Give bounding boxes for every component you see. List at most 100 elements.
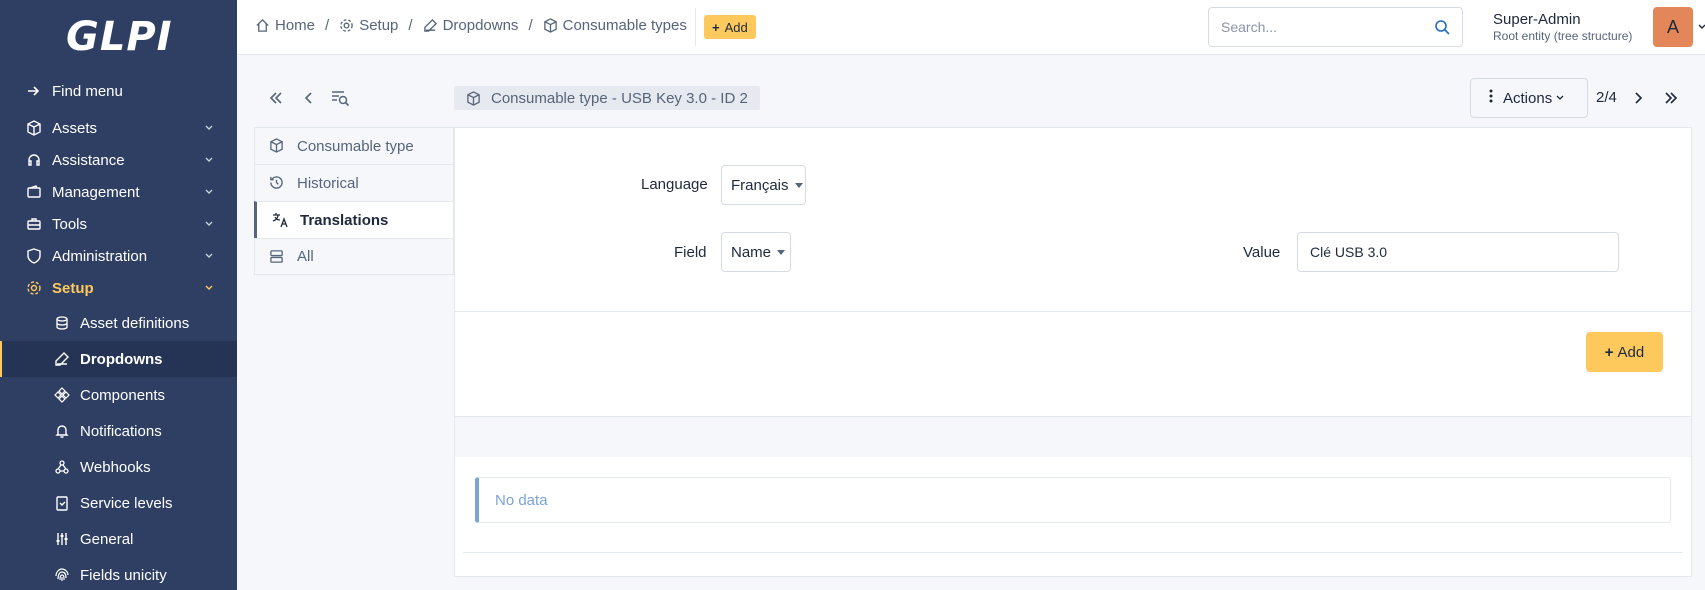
top-header: Home / Setup / Dropdowns / Consumable ty… — [237, 0, 1705, 55]
sidebar-subitem-general[interactable]: General — [0, 521, 237, 557]
actions-button[interactable]: Actions — [1470, 78, 1588, 118]
sidebar-subitem-label: General — [80, 530, 134, 548]
components-icon — [54, 387, 70, 403]
tab-translations[interactable]: Translations — [254, 201, 454, 238]
language-label: Language — [641, 176, 708, 193]
clipboard-check-icon — [54, 495, 70, 511]
sidebar-subitem-components[interactable]: Components — [0, 377, 237, 413]
gear-icon — [26, 280, 42, 296]
user-name[interactable]: Super-Admin — [1493, 11, 1581, 28]
breadcrumb-separator: / — [325, 17, 330, 34]
breadcrumb: Home / Setup / Dropdowns / Consumable ty… — [255, 17, 687, 34]
field-select[interactable]: Name — [721, 232, 791, 272]
caret-down-icon — [777, 249, 786, 255]
tab-all[interactable]: All — [254, 238, 454, 275]
language-select[interactable]: Français — [721, 165, 806, 205]
item-title-text: Consumable type - USB Key 3.0 - ID 2 — [491, 89, 748, 107]
sidebar-item-label: Management — [52, 183, 140, 201]
sidebar-subitem-fields-unicity[interactable]: Fields unicity — [0, 557, 237, 590]
add-translation-button[interactable]: + Add — [1586, 332, 1663, 372]
item-tabs: Consumable type Historical Translations … — [254, 127, 454, 275]
translations-panel: Language Français Field Name Value + Add… — [454, 127, 1692, 577]
sidebar-item-tools[interactable]: Tools — [0, 208, 237, 240]
value-input[interactable] — [1297, 232, 1619, 272]
chevron-down-icon — [205, 189, 213, 194]
sidebar-subitem-label: Asset definitions — [80, 314, 190, 332]
previous-item-icon[interactable] — [299, 88, 319, 108]
sidebar-item-management[interactable]: Management — [0, 176, 237, 208]
sidebar-item-setup[interactable]: Setup — [0, 272, 237, 304]
sidebar-item-label: Administration — [52, 247, 148, 265]
sidebar-subitem-webhooks[interactable]: Webhooks — [0, 449, 237, 485]
sidebar-item-find-menu[interactable]: Find menu — [0, 75, 237, 107]
headset-icon — [26, 152, 42, 168]
briefcase-icon — [26, 216, 42, 232]
next-item-icon[interactable] — [1628, 88, 1648, 108]
glpi-logo[interactable]: GLPI — [66, 14, 173, 60]
bell-icon — [54, 423, 70, 439]
global-search[interactable] — [1208, 7, 1463, 47]
breadcrumb-separator: / — [528, 17, 533, 34]
gear-icon — [339, 18, 354, 33]
value-label: Value — [1243, 244, 1281, 261]
sidebar-subitem-notifications[interactable]: Notifications — [0, 413, 237, 449]
tab-consumable-type[interactable]: Consumable type — [254, 127, 454, 164]
first-item-icon[interactable] — [266, 88, 286, 108]
field-label: Field — [674, 244, 707, 261]
sidebar-subitem-label: Components — [80, 386, 166, 404]
last-item-icon[interactable] — [1661, 88, 1681, 108]
breadcrumb-dropdowns[interactable]: Dropdowns — [423, 17, 518, 34]
add-button[interactable]: + Add — [704, 15, 756, 39]
edit-icon — [54, 351, 70, 367]
sidebar-subitem-asset-definitions[interactable]: Asset definitions — [0, 305, 237, 341]
search-icon[interactable] — [1434, 19, 1450, 35]
list-search-icon[interactable] — [330, 88, 350, 108]
language-icon — [272, 212, 288, 228]
shield-icon — [26, 248, 42, 264]
item-title: Consumable type - USB Key 3.0 - ID 2 — [454, 86, 760, 110]
search-input[interactable] — [1209, 8, 1409, 46]
divider — [455, 311, 1691, 312]
more-vertical-icon — [1489, 89, 1493, 107]
sidebar-subitem-service-levels[interactable]: Service levels — [0, 485, 237, 521]
chevron-down-icon[interactable] — [1697, 22, 1705, 32]
breadcrumb-home[interactable]: Home — [255, 17, 315, 34]
webhook-icon — [54, 459, 70, 475]
sidebar-item-label: Assistance — [52, 151, 125, 169]
sidebar-item-assets[interactable]: Assets — [0, 112, 237, 144]
sidebar-subitem-label: Notifications — [80, 422, 162, 440]
sidebar-subitem-dropdowns[interactable]: Dropdowns — [0, 341, 237, 377]
sidebar-subitem-label: Dropdowns — [80, 350, 163, 368]
actions-label: Actions — [1503, 89, 1553, 107]
wallet-icon — [26, 184, 42, 200]
sidebar-item-assistance[interactable]: Assistance — [0, 144, 237, 176]
chevron-down-icon — [205, 285, 213, 290]
sidebar-subitem-label: Service levels — [80, 494, 173, 512]
chevron-down-icon — [205, 253, 213, 258]
breadcrumb-consumable-types[interactable]: Consumable types — [543, 17, 687, 34]
sidebar-subitem-label: Fields unicity — [80, 566, 167, 584]
breadcrumb-separator: / — [408, 17, 413, 34]
tab-historical[interactable]: Historical — [254, 164, 454, 201]
caret-down-icon — [794, 182, 803, 188]
box-icon — [26, 120, 42, 136]
avatar[interactable]: A — [1653, 7, 1693, 47]
box-icon — [269, 138, 285, 154]
breadcrumb-setup[interactable]: Setup — [339, 17, 398, 34]
chevron-down-icon — [205, 221, 213, 226]
sidebar: GLPI Find menu Assets Assistance Managem… — [0, 0, 237, 590]
chevron-down-icon — [205, 157, 213, 162]
sidebar-item-administration[interactable]: Administration — [0, 240, 237, 272]
sidebar-item-label: Assets — [52, 119, 98, 137]
list-header-band — [455, 417, 1691, 457]
fingerprint-icon — [54, 567, 70, 583]
edit-icon — [423, 18, 438, 33]
box-icon — [543, 18, 558, 33]
chevron-down-icon — [1556, 95, 1564, 100]
user-entity[interactable]: Root entity (tree structure) — [1493, 29, 1632, 43]
box-icon — [466, 90, 481, 106]
sidebar-subitem-label: Webhooks — [80, 458, 151, 476]
sidebar-item-label: Tools — [52, 215, 88, 233]
no-data-alert: No data — [475, 477, 1671, 523]
sliders-icon — [54, 531, 70, 547]
